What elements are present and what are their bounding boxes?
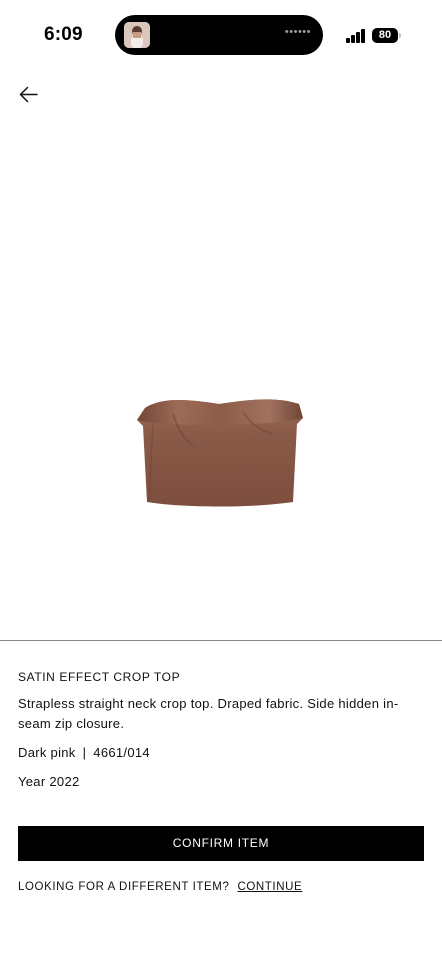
continue-link[interactable]: CONTINUE [237,881,302,893]
signal-icon [346,29,366,43]
back-button[interactable] [14,80,44,110]
product-title: SATIN EFFECT CROP TOP [18,670,181,684]
island-thumbnail-icon [124,22,150,48]
product-color: Dark pink [18,745,76,760]
product-image [133,390,305,512]
arrow-left-icon [19,86,38,103]
product-reference: 4661/014 [93,745,150,760]
dynamic-island[interactable]: •••••• [115,15,323,55]
different-item-prompt: LOOKING FOR A DIFFERENT ITEM? [18,881,230,893]
product-description: Strapless straight neck crop top. Draped… [18,696,399,731]
divider [0,640,442,641]
status-time: 6:09 [44,24,83,45]
island-dots: •••••• [284,26,311,38]
status-bar: 6:09 •••••• 80 [0,0,442,72]
different-item-row: LOOKING FOR A DIFFERENT ITEM? CONTINUE [18,881,302,893]
meta-separator: | [82,745,87,760]
product-meta: Dark pink | 4661/014 [18,745,150,760]
battery-nub [399,33,401,38]
battery-percent: 80 [378,29,392,41]
confirm-item-button[interactable]: CONFIRM ITEM [18,826,424,861]
battery-icon: 80 [372,28,398,43]
product-year: Year 2022 [18,774,80,789]
